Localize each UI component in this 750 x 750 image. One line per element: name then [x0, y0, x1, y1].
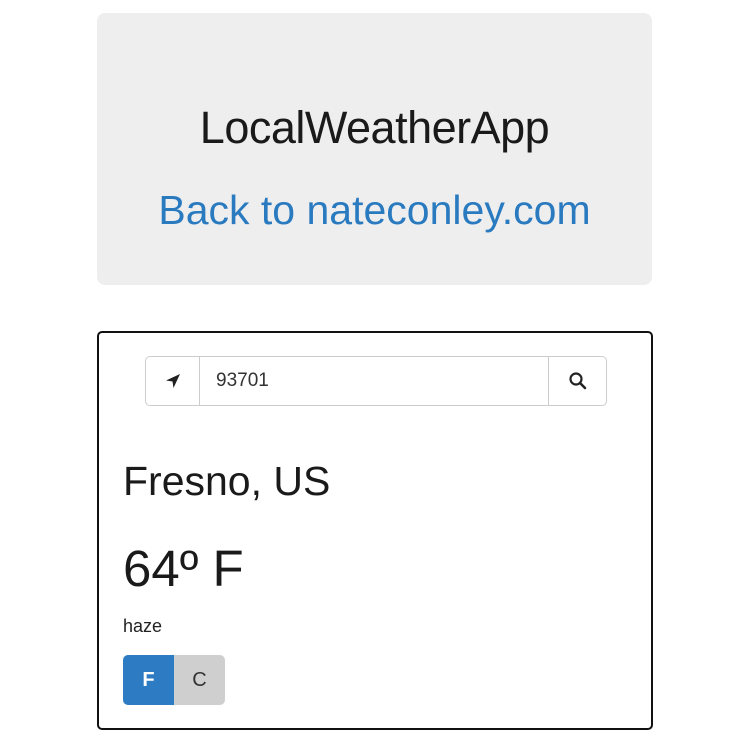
locate-button[interactable] [145, 356, 199, 406]
zip-search-group [145, 356, 607, 406]
search-button[interactable] [549, 356, 607, 406]
celsius-button[interactable]: C [174, 655, 225, 705]
weather-condition: haze [123, 616, 163, 636]
fahrenheit-button[interactable]: F [123, 655, 174, 705]
app-title: LocalWeatherApp [199, 102, 550, 153]
header-banner: LocalWeatherApp Back to nateconley.com [97, 13, 652, 285]
unit-toggle: F C [123, 655, 225, 705]
weather-panel: Fresno, US 64º F haze F C [97, 331, 653, 730]
location-arrow-icon [165, 374, 180, 388]
back-link[interactable]: Back to nateconley.com [97, 190, 652, 231]
location-name: Fresno, US [123, 458, 331, 504]
temperature-readout: 64º F [123, 540, 244, 597]
page: LocalWeatherApp Back to nateconley.com F… [0, 0, 750, 750]
search-icon [568, 372, 586, 390]
zip-input[interactable] [199, 356, 549, 406]
